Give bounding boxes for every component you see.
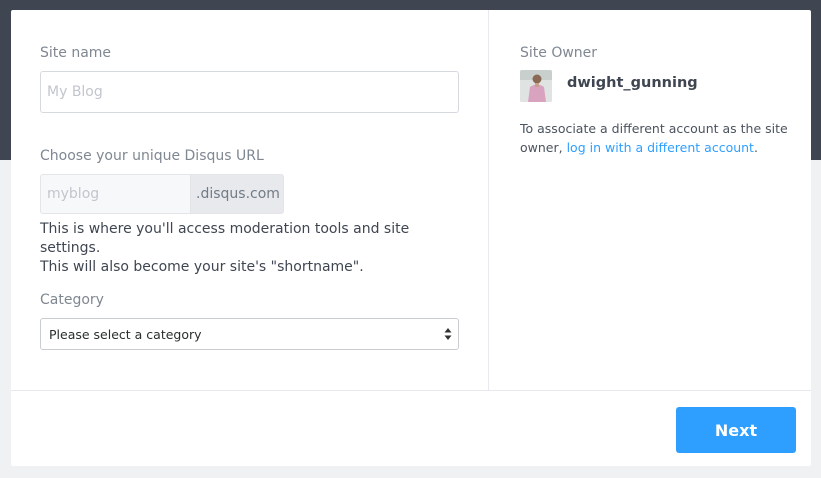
- url-help-line-2: This will also become your site's "short…: [40, 259, 364, 275]
- create-site-card: Site name My Blog Choose your unique Dis…: [11, 10, 811, 466]
- category-selected-value: Please select a category: [49, 326, 202, 342]
- avatar: [520, 70, 552, 102]
- avatar-image: [520, 70, 552, 102]
- category-select[interactable]: Please select a category: [40, 318, 459, 350]
- url-help-text: This is where you'll access moderation t…: [40, 220, 470, 277]
- site-owner-label: Site Owner: [520, 45, 598, 61]
- different-account-link[interactable]: log in with a different account: [567, 140, 754, 155]
- associate-account-text: To associate a different account as the …: [520, 119, 790, 157]
- url-help-line-1: This is where you'll access moderation t…: [40, 221, 410, 256]
- site-details-section: Site name My Blog Choose your unique Dis…: [11, 10, 489, 390]
- site-name-input[interactable]: My Blog: [40, 71, 459, 113]
- url-suffix: .disqus.com: [190, 174, 284, 214]
- url-label: Choose your unique Disqus URL: [40, 148, 264, 164]
- owner-username: dwight_gunning: [567, 75, 698, 91]
- next-button[interactable]: Next: [676, 407, 796, 453]
- shortname-input[interactable]: myblog: [40, 174, 190, 214]
- site-owner-section: Site Owner dwight_gunning To associate a…: [490, 10, 811, 390]
- site-name-label: Site name: [40, 45, 112, 61]
- category-label: Category: [40, 292, 104, 308]
- disqus-url-field: myblog .disqus.com: [40, 174, 284, 214]
- site-name-placeholder: My Blog: [47, 84, 103, 100]
- select-arrows-icon: [444, 328, 452, 340]
- associate-end: .: [753, 140, 758, 155]
- card-footer: Next: [11, 390, 811, 466]
- shortname-placeholder: myblog: [47, 186, 100, 202]
